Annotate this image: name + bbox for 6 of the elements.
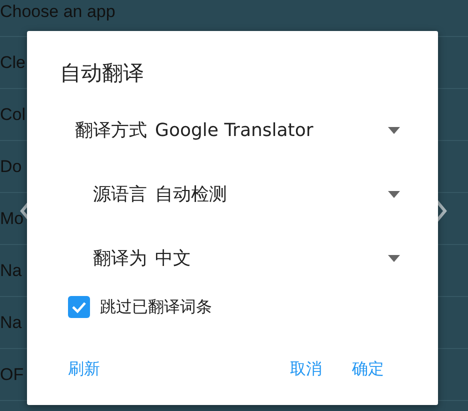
field-label: 翻译为 — [93, 247, 148, 270]
field-label: 翻译方式 — [75, 119, 148, 142]
dialog-title: 自动翻译 — [60, 60, 145, 87]
field-label: 源语言 — [93, 183, 148, 206]
list-title: Choose an app — [0, 2, 116, 22]
checkbox-label: 跳过已翻译词条 — [100, 296, 212, 318]
